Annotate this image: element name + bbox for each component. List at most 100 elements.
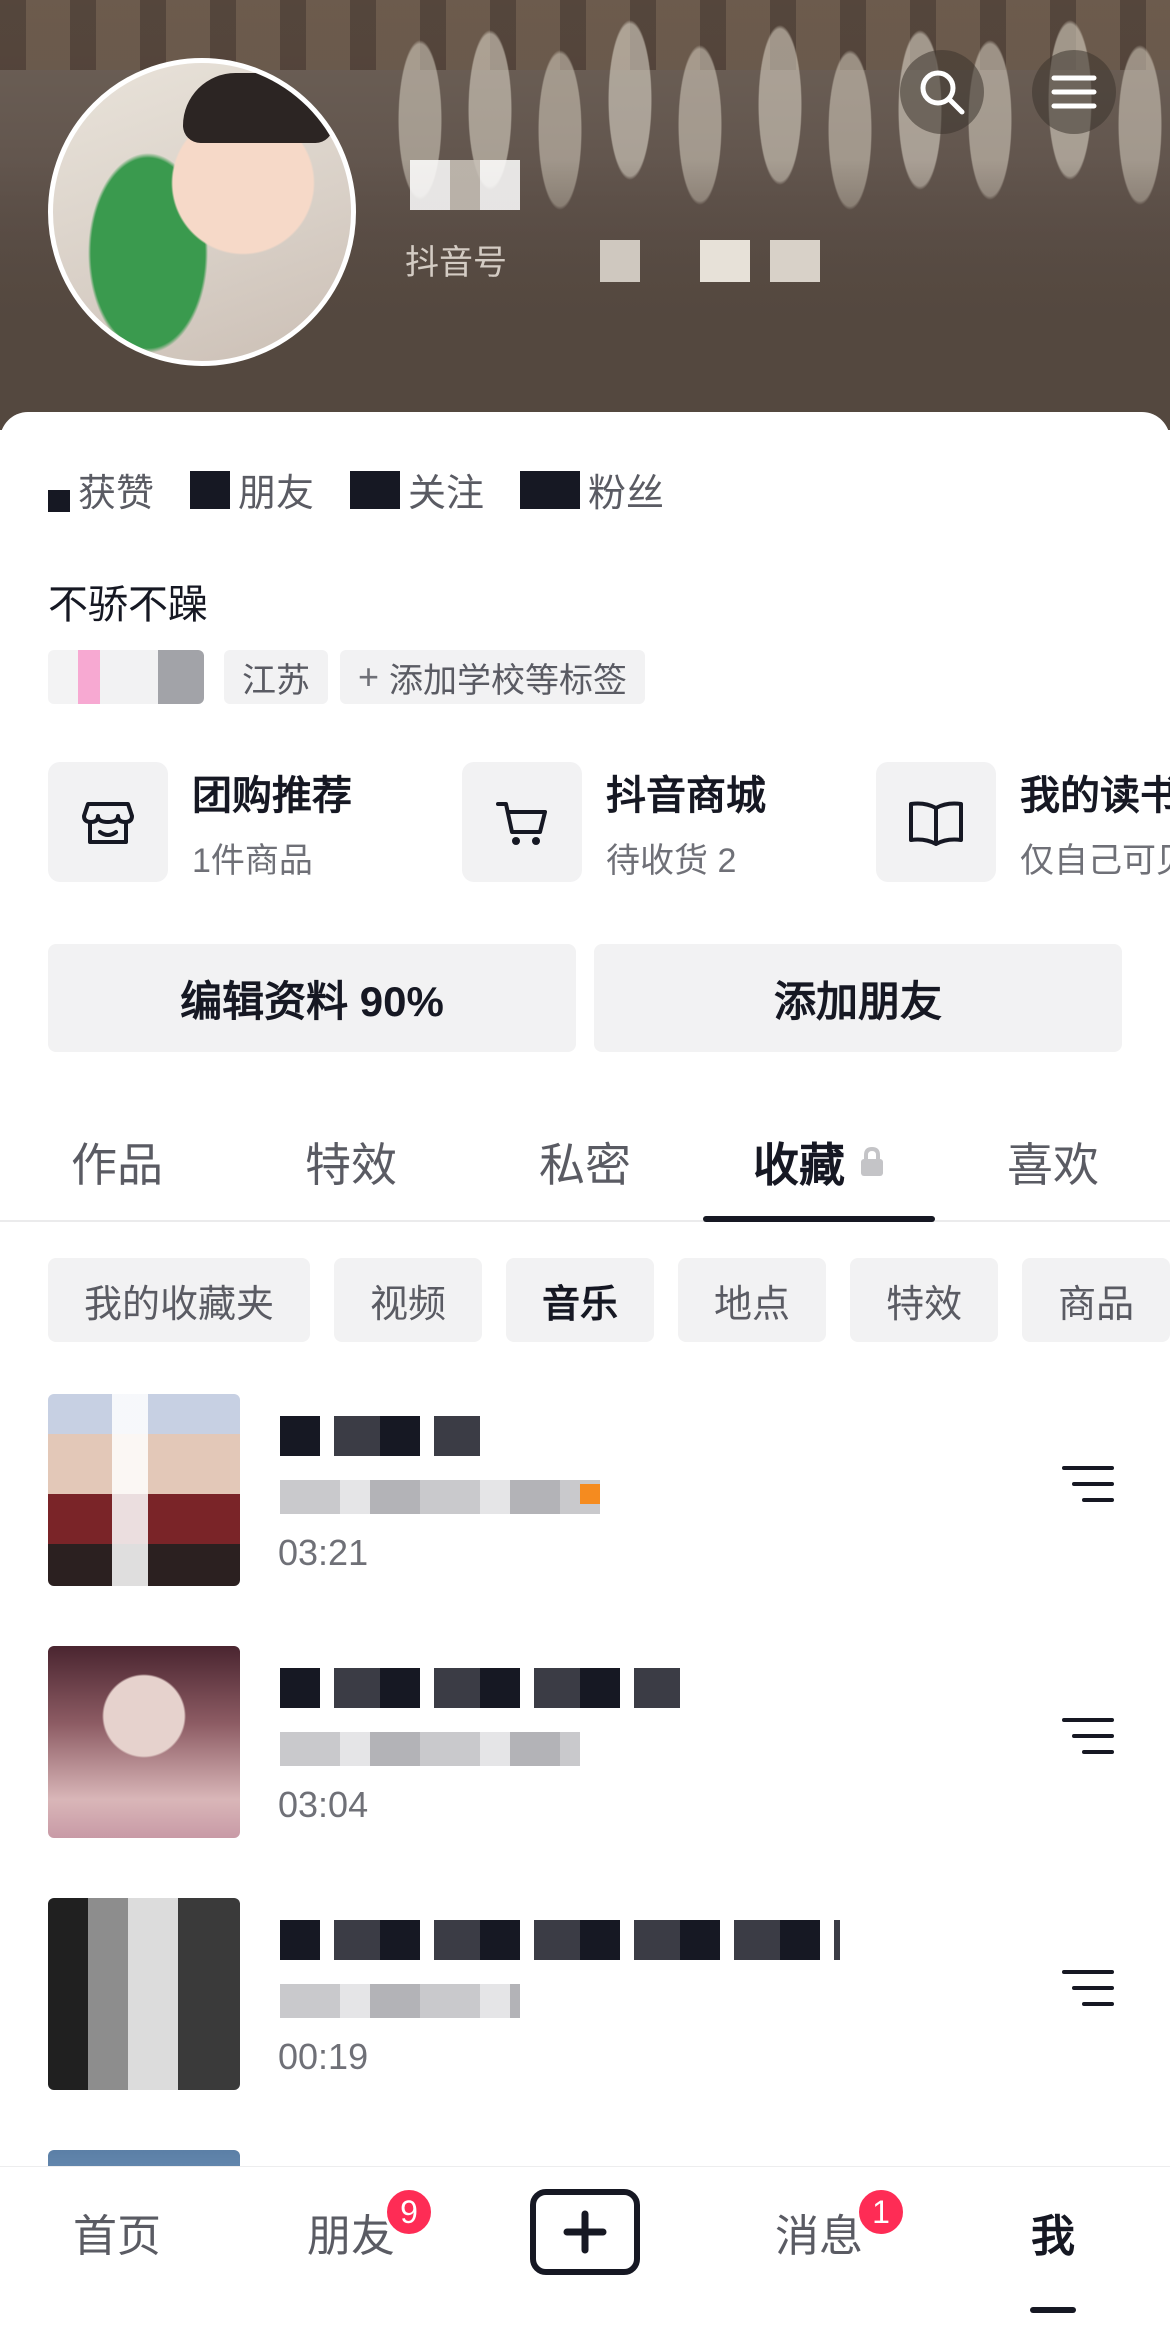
add-friend-button[interactable]: 添加朋友	[594, 944, 1122, 1052]
nav-home[interactable]: 首页	[0, 2167, 234, 2297]
stat-likes-count-redacted	[48, 489, 70, 512]
music-title-redacted	[280, 1668, 680, 1708]
shortcut-reading-subtitle: 仅自己可见	[1020, 841, 1170, 880]
stat-following-count-redacted	[350, 470, 401, 509]
friends-badge: 9	[384, 2187, 434, 2237]
tab-favorites[interactable]: 收藏	[702, 1102, 936, 1222]
search-button[interactable]	[900, 50, 984, 134]
book-icon	[876, 762, 996, 882]
music-artist-redacted	[280, 1480, 600, 1514]
stat-friends-count-redacted	[190, 470, 231, 509]
stat-followers-label: 粉丝	[588, 473, 665, 515]
stat-following[interactable]: 关注	[350, 462, 484, 517]
tab-works[interactable]: 作品	[0, 1102, 234, 1222]
add-school-tag-label: 添加学校等标签	[389, 661, 628, 700]
messages-badge: 1	[856, 2187, 906, 2237]
music-cover[interactable]	[48, 1898, 240, 2090]
nav-me[interactable]: 我	[936, 2167, 1170, 2297]
music-duration: 03:04	[278, 1784, 369, 1825]
nickname-redacted	[410, 160, 520, 210]
douyin-id-redacted	[600, 240, 820, 282]
stat-likes-label: 获赞	[78, 473, 155, 515]
menu-icon	[1051, 75, 1097, 109]
music-cover[interactable]	[48, 1646, 240, 1838]
plus-icon	[563, 2210, 607, 2254]
avatar-hair	[183, 73, 333, 143]
chip-places[interactable]: 地点	[678, 1258, 827, 1342]
music-cover[interactable]	[48, 1394, 240, 1586]
chip-effects[interactable]: 特效	[850, 1258, 999, 1342]
avatar[interactable]	[48, 58, 356, 366]
tab-likes-label: 喜欢	[1007, 1139, 1099, 1191]
music-title-redacted	[280, 1920, 840, 1960]
stat-friends-label: 朋友	[238, 473, 315, 515]
tab-favorites-label: 收藏	[753, 1139, 845, 1191]
chip-my-folders[interactable]: 我的收藏夹	[48, 1258, 311, 1342]
active-nav-indicator	[1030, 2307, 1076, 2313]
search-icon	[920, 70, 965, 115]
list-options-icon[interactable]	[1060, 1460, 1116, 1508]
chip-videos[interactable]: 视频	[334, 1258, 483, 1342]
chip-music[interactable]: 音乐	[506, 1258, 655, 1342]
stat-likes[interactable]: 获赞	[48, 462, 154, 517]
list-item[interactable]: 00:19	[0, 1884, 1170, 2136]
plus-icon: +	[358, 656, 380, 697]
menu-button[interactable]	[1032, 50, 1116, 134]
music-duration: 03:21	[278, 1532, 369, 1573]
nav-home-label: 首页	[73, 2212, 161, 2261]
nav-friends-label: 朋友	[307, 2212, 395, 2261]
content-tabs: 作品 特效 私密 收藏 喜欢	[0, 1102, 1170, 1222]
shortcut-mall-title: 抖音商城	[606, 773, 766, 818]
stat-followers-count-redacted	[520, 470, 581, 509]
list-item[interactable]: 03:04	[0, 1632, 1170, 1884]
tab-effects[interactable]: 特效	[234, 1102, 468, 1222]
profile-actions: 编辑资料 90% 添加朋友	[48, 944, 1140, 1052]
add-school-tag-button[interactable]: + 添加学校等标签	[340, 650, 646, 704]
tab-likes[interactable]: 喜欢	[936, 1102, 1170, 1222]
list-options-icon[interactable]	[1060, 1712, 1116, 1760]
tab-works-label: 作品	[71, 1139, 163, 1191]
tag-location: 江苏	[224, 650, 328, 704]
music-artist-redacted	[280, 1732, 580, 1766]
edit-profile-button[interactable]: 编辑资料 90%	[48, 944, 576, 1052]
tab-private-label: 私密	[539, 1139, 631, 1191]
music-duration: 00:19	[278, 2036, 369, 2077]
create-button[interactable]	[530, 2189, 640, 2275]
tag-redacted	[48, 650, 204, 704]
list-item[interactable]: 03:21	[0, 1380, 1170, 1632]
shortcut-group-buy-title: 团购推荐	[192, 773, 352, 818]
nav-messages-label: 消息	[775, 2212, 863, 2261]
shortcut-mall-subtitle: 待收货 2	[606, 841, 737, 880]
tab-private[interactable]: 私密	[468, 1102, 702, 1222]
nav-friends[interactable]: 朋友	[234, 2167, 468, 2297]
stat-friends[interactable]: 朋友	[190, 462, 314, 517]
shortcut-group-buy-subtitle: 1件商品	[192, 841, 313, 880]
lock-icon	[861, 1146, 883, 1176]
favorite-category-chips: 我的收藏夹 视频 音乐 地点 特效 商品	[48, 1258, 1170, 1342]
shortcut-reading-title: 我的读书	[1020, 773, 1170, 818]
profile-tags: 江苏 + 添加学校等标签	[48, 650, 657, 704]
shortcut-row: 团购推荐 1件商品 抖音商城 待收货 2 我的读书 仅自己可	[48, 762, 1170, 892]
stat-following-label: 关注	[408, 473, 485, 515]
bottom-nav: 首页 朋友 9 消息 1 我	[0, 2166, 1170, 2332]
shortcut-group-buy[interactable]: 团购推荐 1件商品	[48, 762, 352, 882]
stat-followers[interactable]: 粉丝	[520, 462, 664, 517]
profile-sheet: 获赞 朋友 关注 粉丝 不骄不躁 江苏 + 添加学校等标签 团购推荐 1件商品 …	[0, 412, 1170, 2332]
cart-icon	[462, 762, 582, 882]
shortcut-mall[interactable]: 抖音商城 待收货 2	[462, 762, 766, 882]
nav-messages[interactable]: 消息	[702, 2167, 936, 2297]
chip-products[interactable]: 商品	[1022, 1258, 1170, 1342]
profile-stats: 获赞 朋友 关注 粉丝	[48, 462, 700, 517]
tag-location-label: 江苏	[242, 661, 310, 700]
profile-banner: 抖音号	[0, 0, 1170, 430]
list-options-icon[interactable]	[1060, 1964, 1116, 2012]
nav-me-label: 我	[1031, 2212, 1075, 2261]
music-accent-mark	[580, 1484, 600, 1504]
active-tab-indicator	[703, 1216, 935, 1222]
store-icon	[48, 762, 168, 882]
profile-signature: 不骄不躁	[48, 583, 208, 627]
douyin-id-label: 抖音号	[405, 244, 507, 282]
music-artist-redacted	[280, 1984, 520, 2018]
music-title-redacted	[280, 1416, 480, 1456]
shortcut-reading[interactable]: 我的读书 仅自己可见	[876, 762, 1170, 882]
